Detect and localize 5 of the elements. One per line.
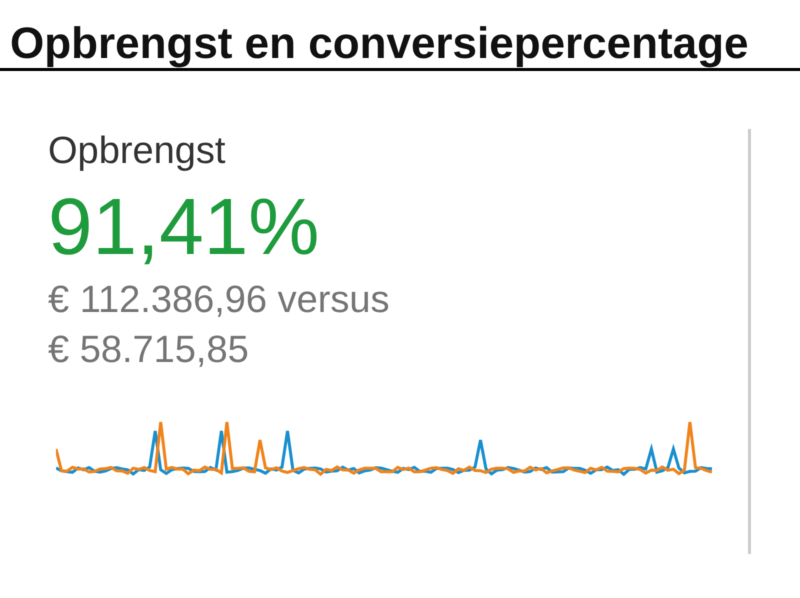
section-title: Opbrengst en conversiepercentage (0, 0, 800, 71)
metric-comparison: € 58.715,85 (48, 328, 250, 373)
metric-value: 91,41% (48, 181, 320, 273)
metric-label: Opbrengst (48, 129, 226, 173)
metric-comparison: € 112.386,96 versus (48, 278, 391, 323)
